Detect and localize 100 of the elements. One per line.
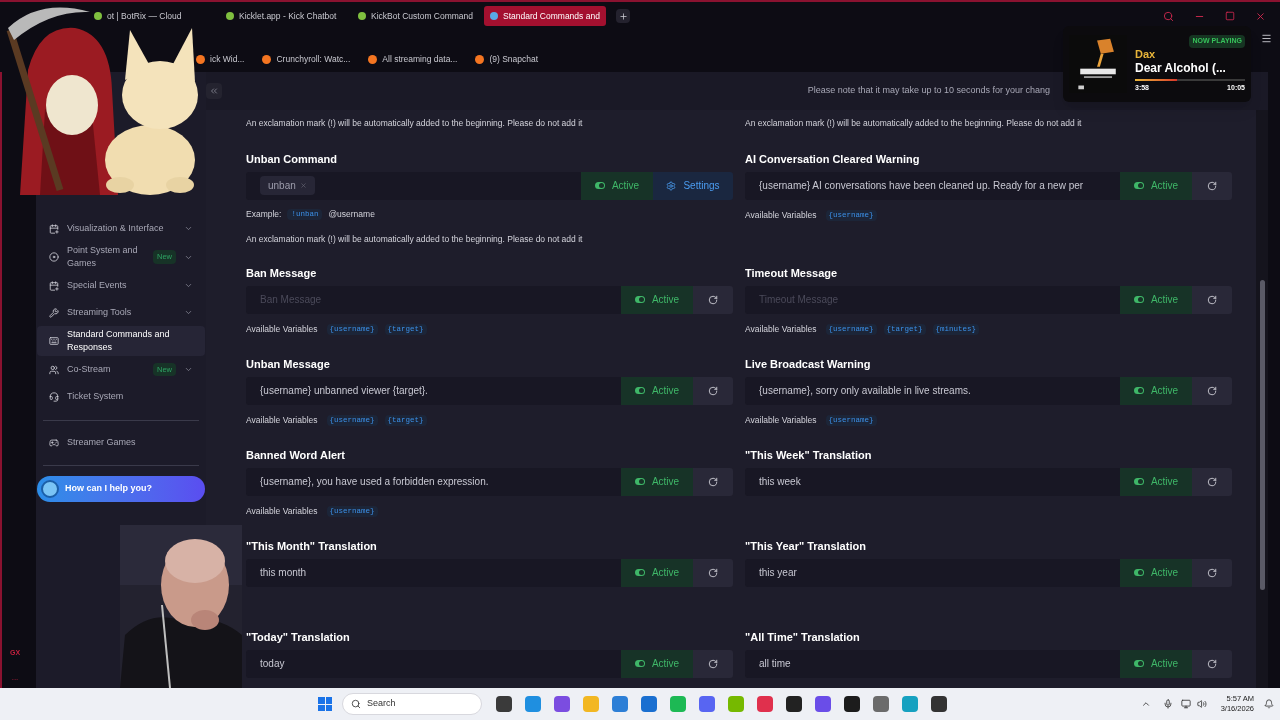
bookmark-favicon-icon bbox=[262, 54, 272, 64]
refresh-icon bbox=[1207, 658, 1217, 669]
tag-input[interactable]: unban bbox=[246, 171, 581, 200]
caret-up-icon[interactable] bbox=[1140, 699, 1151, 709]
bot-icon bbox=[41, 480, 59, 498]
field-title: "This Year" Translation bbox=[745, 538, 867, 553]
bell-icon[interactable] bbox=[1264, 699, 1274, 709]
message-field[interactable]: this month bbox=[246, 558, 621, 587]
reset-button[interactable] bbox=[693, 649, 733, 678]
active-toggle-button[interactable]: Active bbox=[621, 467, 693, 496]
bookmark[interactable]: ick Wid... bbox=[196, 52, 245, 66]
field-title: Ban Message bbox=[246, 265, 318, 280]
collapse-button[interactable] bbox=[206, 83, 222, 99]
bookmark-favicon-icon bbox=[196, 54, 205, 64]
message-field[interactable]: all time bbox=[745, 649, 1120, 678]
double-chevron-icon bbox=[209, 86, 219, 96]
monitor-icon[interactable] bbox=[1180, 699, 1191, 709]
bookmark[interactable]: All streaming data... bbox=[368, 52, 458, 66]
message-field[interactable]: this year bbox=[745, 558, 1120, 587]
message-field[interactable]: {username}, sorry only available in live streams. bbox=[745, 376, 1120, 405]
browser-tab[interactable]: KickBot Custom Command bbox=[352, 6, 474, 26]
field-title: "This Month" Translation bbox=[246, 538, 378, 553]
close-icon[interactable] bbox=[1255, 10, 1266, 22]
microphone-icon[interactable] bbox=[1162, 699, 1173, 709]
reset-button[interactable] bbox=[693, 558, 733, 587]
reset-button[interactable] bbox=[693, 467, 733, 496]
headset-icon bbox=[49, 391, 59, 402]
message-field[interactable]: {username} AI conversations have been cleaned up. Ready for a new per bbox=[745, 171, 1120, 200]
disc-icon bbox=[49, 252, 59, 262]
browser-tab[interactable]: Kicklet.app - Kick Chatbot bbox=[220, 6, 342, 26]
calendar-icon bbox=[49, 280, 59, 291]
maximize-icon[interactable] bbox=[1225, 11, 1235, 21]
active-toggle-button[interactable]: Active bbox=[1120, 376, 1192, 405]
menu-icon[interactable] bbox=[1261, 32, 1272, 44]
toggle-icon bbox=[1133, 478, 1144, 485]
refresh-icon bbox=[1207, 385, 1217, 396]
active-toggle-button[interactable]: Active bbox=[1120, 558, 1192, 587]
app-icon[interactable] bbox=[844, 696, 860, 712]
app-icon[interactable] bbox=[496, 696, 512, 712]
remove-icon[interactable] bbox=[299, 182, 307, 190]
sidebar-item[interactable]: Streamer Games bbox=[37, 431, 205, 455]
reset-button[interactable] bbox=[693, 285, 733, 314]
settings-icon bbox=[666, 180, 677, 191]
refresh-icon bbox=[708, 476, 718, 487]
sidebar-item-label: Streaming Tools bbox=[67, 306, 133, 319]
browser-tab[interactable]: Standard Commands and bbox=[484, 6, 606, 26]
sidebar-item[interactable]: Standard Commands and Responses bbox=[37, 326, 205, 356]
sidebar-item-label: Standard Commands and Responses bbox=[67, 328, 171, 354]
toggle-icon bbox=[1133, 387, 1144, 394]
message-field[interactable]: {username}, you have used a forbidden expression. bbox=[246, 467, 621, 496]
tab-favicon-icon bbox=[94, 12, 102, 20]
active-toggle-button[interactable]: Active bbox=[621, 376, 693, 405]
message-field[interactable]: {username} unbanned viewer {target}. bbox=[246, 376, 621, 405]
windows-logo-icon[interactable] bbox=[318, 697, 332, 711]
new-tab-button[interactable] bbox=[616, 9, 630, 23]
reset-button[interactable] bbox=[693, 376, 733, 405]
sidebar-item[interactable]: Visualization & Interface bbox=[37, 215, 205, 242]
active-toggle-button[interactable]: Active bbox=[1120, 467, 1192, 496]
search-icon[interactable] bbox=[1163, 10, 1174, 22]
active-toggle-button[interactable]: Active bbox=[621, 558, 693, 587]
reset-button[interactable] bbox=[1192, 376, 1232, 405]
active-toggle-button[interactable]: Active bbox=[1120, 285, 1192, 314]
toggle-icon bbox=[1133, 182, 1144, 190]
app-icon[interactable] bbox=[786, 696, 802, 712]
tab-favicon-icon bbox=[226, 12, 234, 20]
taskbar-search-field[interactable]: Search bbox=[342, 693, 482, 715]
sidebar-item[interactable]: Special Events bbox=[37, 272, 205, 299]
bookmark[interactable]: (9) Snapchat bbox=[475, 52, 539, 66]
speaker-icon[interactable] bbox=[1196, 699, 1207, 709]
sidebar-item[interactable]: Streaming Tools bbox=[37, 299, 205, 326]
refresh-icon bbox=[708, 294, 718, 305]
active-toggle-button[interactable]: Active bbox=[621, 285, 693, 314]
sidebar-item-label: Ticket System bbox=[67, 390, 125, 403]
reset-button[interactable] bbox=[1192, 285, 1232, 314]
active-toggle-button[interactable]: Active bbox=[621, 649, 693, 678]
active-toggle-button[interactable]: Active bbox=[1120, 171, 1192, 200]
variables-label: Available Variables bbox=[745, 414, 817, 427]
refresh-icon bbox=[1207, 180, 1217, 191]
help-button[interactable]: How can I help you? bbox=[37, 476, 205, 502]
hint-text: An exclamation mark (!) will be automatically added to the beginning. Please do not add it bbox=[246, 117, 584, 130]
sidebar-item-label: Streamer Games bbox=[67, 436, 136, 450]
bookmark[interactable]: Crunchyroll: Watc... bbox=[262, 52, 351, 66]
active-toggle-button[interactable]: Active bbox=[1120, 649, 1192, 678]
reset-button[interactable] bbox=[1192, 171, 1232, 200]
reset-button[interactable] bbox=[1192, 649, 1232, 678]
app-icon[interactable] bbox=[931, 696, 947, 712]
refresh-icon bbox=[1207, 476, 1217, 487]
example-label: Example: bbox=[246, 208, 282, 222]
reset-button[interactable] bbox=[1192, 558, 1232, 587]
message-field[interactable]: this week bbox=[745, 467, 1120, 496]
wrench-icon bbox=[49, 307, 59, 318]
toggle-icon bbox=[634, 296, 645, 303]
message-field[interactable]: today bbox=[246, 649, 621, 678]
browser-tab[interactable]: ot | BotRix — Cloud bbox=[88, 6, 210, 26]
scrollbar[interactable] bbox=[1256, 110, 1268, 688]
active-toggle-button[interactable]: Active bbox=[581, 171, 653, 200]
settings-button[interactable]: Settings bbox=[653, 171, 733, 200]
sidebar-item[interactable]: Ticket System bbox=[37, 383, 205, 410]
tag-chip[interactable]: unban bbox=[260, 176, 315, 196]
reset-button[interactable] bbox=[1192, 467, 1232, 496]
